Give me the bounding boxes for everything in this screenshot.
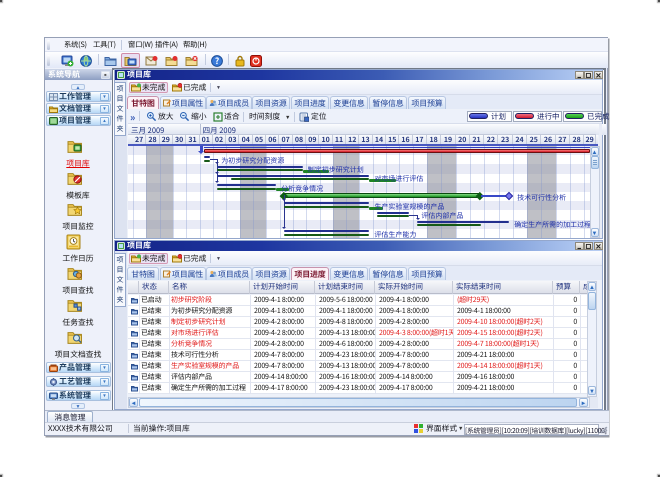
svg-text:?: ?: [215, 55, 219, 67]
